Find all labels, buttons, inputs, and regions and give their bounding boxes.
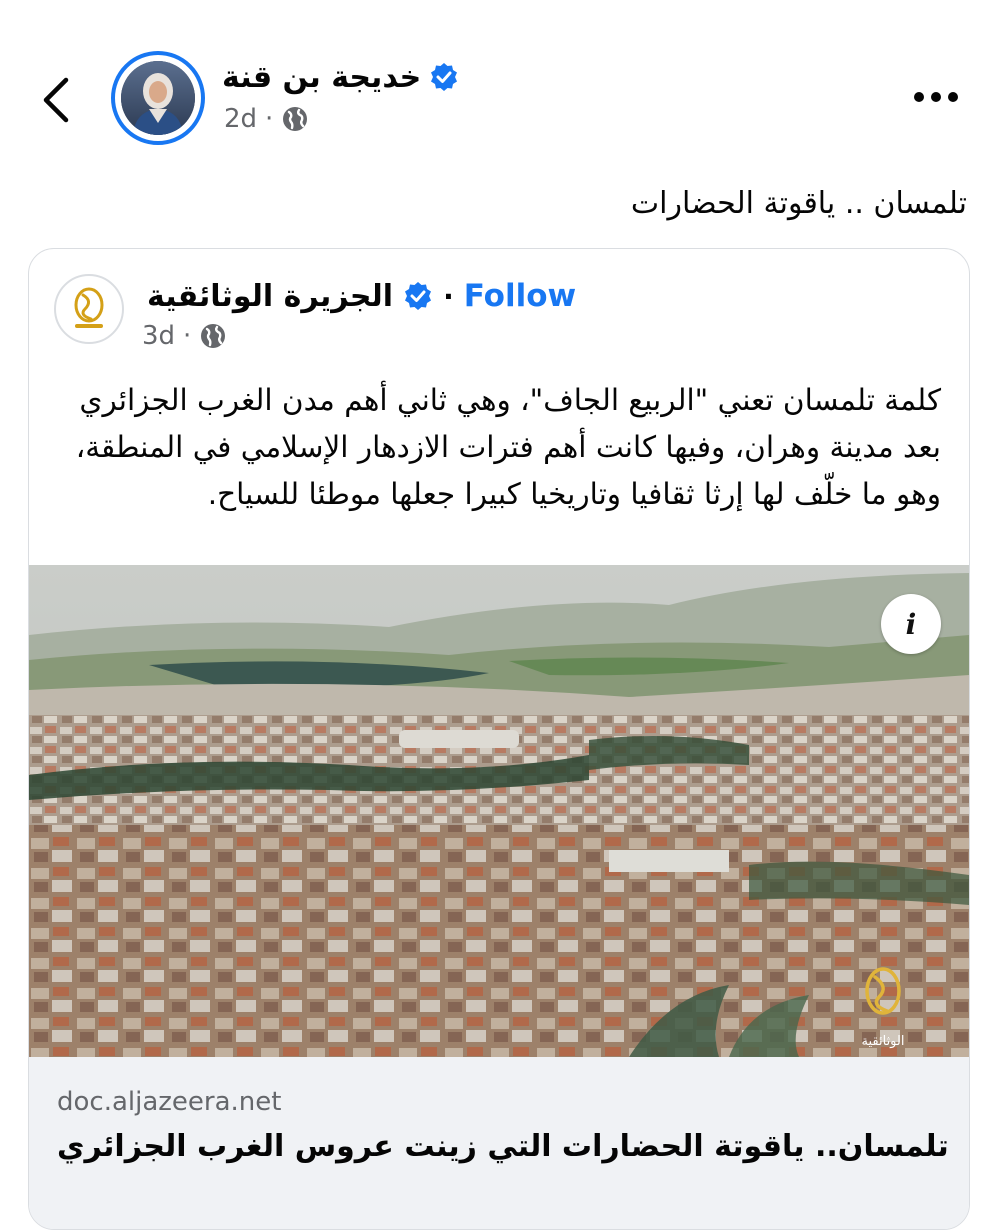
back-chevron-icon: [43, 77, 69, 123]
aljazeera-logo: [74, 287, 104, 328]
more-options-button[interactable]: [914, 84, 970, 110]
post-photo[interactable]: الوثائقية: [29, 565, 969, 1057]
follow-button[interactable]: Follow: [464, 278, 576, 314]
post-time[interactable]: 2d: [224, 104, 257, 134]
globe-icon: [201, 324, 226, 348]
meta-dot: ·: [265, 104, 274, 134]
shared-post-body: كلمة تلمسان تعني "الربيع الجاف"، وهي ثان…: [75, 383, 941, 511]
post-meta: 2d ·: [224, 104, 309, 134]
author-row: خديجة بن قنة: [222, 52, 459, 102]
shared-post-meta: 3d ·: [142, 321, 227, 351]
back-button[interactable]: [38, 74, 78, 126]
post-caption: تلمسان .. ياقوتة الحضارات: [630, 186, 967, 221]
author-name[interactable]: خديجة بن قنة: [222, 60, 421, 95]
avatar[interactable]: [121, 61, 195, 135]
globe-icon: [283, 107, 308, 131]
info-button[interactable]: i: [881, 594, 941, 654]
more-options-icon: [914, 92, 924, 102]
page-avatar[interactable]: [54, 274, 124, 344]
link-title: تلمسان.. ياقوتة الحضارات التي زينت عروس …: [57, 1129, 949, 1164]
avatar-image: [121, 61, 195, 135]
page-header-row: الجزيرة الوثائقية · Follow: [147, 273, 576, 319]
verified-badge-icon: [431, 63, 458, 91]
page-name[interactable]: الجزيرة الوثائقية: [147, 279, 393, 314]
link-preview[interactable]: doc.aljazeera.net تلمسان.. ياقوتة الحضار…: [29, 1057, 969, 1229]
meta-dot: ·: [183, 321, 192, 351]
watermark-text: الوثائقية: [862, 1034, 905, 1049]
shared-post-card[interactable]: الجزيرة الوثائقية · Follow 3d · كلمة تلم…: [28, 248, 970, 1230]
verified-badge-icon: [405, 282, 432, 310]
link-domain: doc.aljazeera.net: [57, 1087, 282, 1117]
follow-dot: ·: [443, 279, 454, 313]
shared-post-time[interactable]: 3d: [142, 321, 175, 351]
city-aerial-image: الوثائقية: [29, 565, 969, 1057]
info-icon: i: [905, 607, 917, 641]
